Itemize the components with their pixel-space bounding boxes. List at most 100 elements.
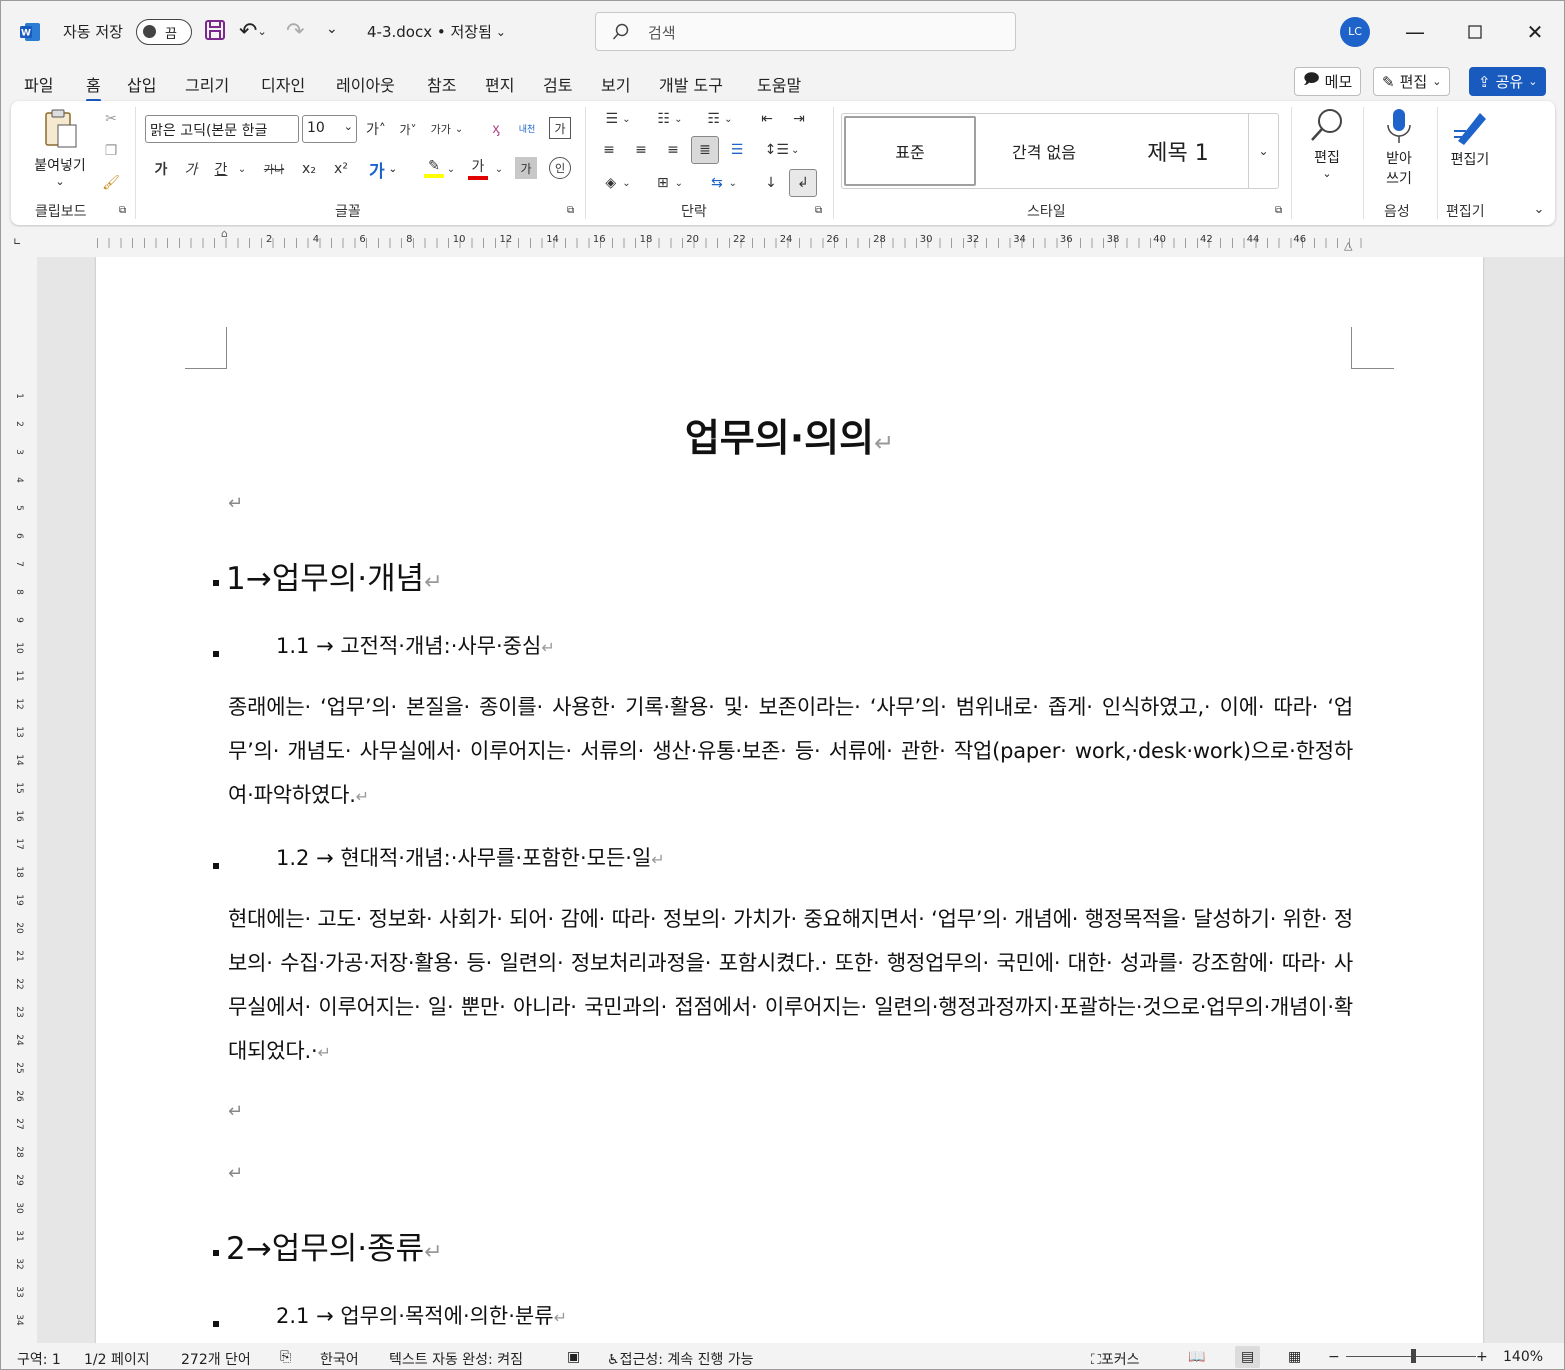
character-border-button[interactable]: 가 [549, 117, 571, 139]
maximize-button[interactable] [1462, 19, 1488, 45]
distributed-icon[interactable]: ☰ [725, 138, 749, 162]
document-area[interactable]: 업무의·의의↵ ↵ 1→업무의·개념↵ 1.1 → 고전적·개념:·사무·중심↵… [37, 257, 1564, 1343]
subscript-button[interactable]: x₂ [297, 157, 321, 181]
format-painter-icon[interactable]: 🖌 [99, 171, 123, 195]
heading-2-1[interactable]: 2.1 → 업무의·목적에·의한·분류↵ [276, 1300, 567, 1330]
dialog-launcher-icon[interactable]: ⧉ [1275, 205, 1282, 216]
dictate-button[interactable]: 받아 쓰기 [1369, 107, 1429, 189]
tab-developer[interactable]: 개발 도구 [659, 72, 723, 96]
section-indicator[interactable]: 구역: 1 [17, 1349, 61, 1369]
chevron-down-icon[interactable]: ⌄ [235, 157, 249, 181]
paragraph-1[interactable]: 종래에는· ‘업무’의· 본질을· 종이를· 사용한· 기록·활용· 및· 보존… [228, 685, 1353, 819]
tab-view[interactable]: 보기 [601, 72, 630, 96]
avatar[interactable]: LC [1340, 17, 1370, 47]
proofing-icon[interactable]: ⎘ [280, 1349, 291, 1365]
minimize-button[interactable]: — [1402, 19, 1428, 45]
editing-mode-button[interactable]: ✎ 편집 ⌄ [1373, 67, 1451, 96]
tab-mailings[interactable]: 편지 [485, 72, 514, 96]
chevron-down-icon[interactable]: ⌄ [445, 157, 457, 181]
customize-toolbar-icon[interactable]: ⌄ [326, 21, 338, 37]
macro-recording-icon[interactable]: ▣ [567, 1349, 580, 1365]
align-center-icon[interactable]: ≡ [629, 138, 653, 162]
heading-2[interactable]: 2→업무의·종류↵ [226, 1223, 443, 1268]
phonetic-guide-button[interactable]: 내천 [514, 115, 540, 141]
share-button[interactable]: ⇪ 공유 ⌄ [1469, 67, 1547, 96]
word-count[interactable]: 272개 단어 [181, 1349, 251, 1369]
bold-button[interactable]: 가 [149, 157, 173, 181]
text-direction-icon[interactable]: ⇆ ⌄ [703, 171, 745, 195]
tab-home[interactable]: 홈 [86, 72, 101, 102]
zoom-level[interactable]: 140% [1503, 1349, 1543, 1365]
borders-icon[interactable]: ⊞ ⌄ [649, 171, 691, 195]
autosave-toggle[interactable]: 끔 [136, 19, 192, 45]
search-box[interactable]: 검색 [595, 12, 1016, 51]
heading-1-1[interactable]: 1.1 → 고전적·개념:·사무·중심↵ [276, 630, 555, 660]
grow-font-button[interactable]: 가˄ [363, 117, 389, 141]
tab-design[interactable]: 디자인 [261, 72, 305, 96]
close-button[interactable]: ✕ [1522, 19, 1548, 45]
vertical-ruler[interactable]: 1 2 3 4 5 6 7 8 9 10 11 12 13 14 15 16 17 18 19 20 21 22 23 24 2… [1, 257, 37, 1343]
numbering-icon[interactable]: ☷ ⌄ [649, 107, 691, 131]
copy-icon[interactable]: ❐ [99, 139, 123, 163]
style-normal[interactable]: 표준 [844, 116, 976, 186]
indent-marker-icon[interactable]: ⌂ [221, 227, 228, 240]
change-case-button[interactable]: 가가 ⌄ [427, 119, 467, 139]
align-left-icon[interactable]: ≡ [597, 138, 621, 162]
font-size-select[interactable]: 10 ⌄ [302, 115, 357, 143]
find-button[interactable]: 편집 ⌄ [1301, 107, 1353, 180]
accessibility-indicator[interactable]: ♿접근성: 계속 진행 가능 [607, 1349, 754, 1369]
editor-button[interactable]: 편집기 [1441, 107, 1499, 169]
horizontal-ruler[interactable]: ∟ 2 4 6 8 10 12 14 16 18 20 22 24 26 28 30 32 34 36 38 40 42… [1, 227, 1564, 257]
read-mode-icon[interactable]: 📖 [1188, 1349, 1205, 1365]
strikethrough-button[interactable]: 가나 [259, 157, 289, 181]
dialog-launcher-icon[interactable]: ⧉ [567, 205, 574, 216]
tab-selector-icon[interactable]: ∟ [13, 237, 21, 248]
shading-icon[interactable]: ◈ ⌄ [597, 171, 639, 195]
italic-button[interactable]: 가 [179, 157, 203, 181]
zoom-slider-thumb[interactable] [1411, 1349, 1416, 1363]
dialog-launcher-icon[interactable]: ⧉ [815, 205, 822, 216]
chevron-down-icon[interactable]: ⌄ [493, 157, 505, 181]
memo-button[interactable]: 🗩 메모 [1294, 67, 1362, 96]
bullets-icon[interactable]: ☰ ⌄ [597, 107, 639, 131]
line-spacing-icon[interactable]: ↕☰ ⌄ [761, 138, 803, 162]
character-shading-button[interactable]: 가 [515, 157, 537, 179]
focus-button[interactable]: ⛶포커스 [1091, 1349, 1139, 1369]
tab-draw[interactable]: 그리기 [185, 72, 229, 96]
paste-button[interactable]: 붙여넣기 ⌄ [25, 107, 95, 188]
tab-layout[interactable]: 레이아웃 [336, 72, 395, 96]
undo-icon[interactable]: ↶ ⌄ [239, 19, 267, 44]
style-no-spacing[interactable]: 간격 없음 [978, 116, 1110, 186]
zoom-in-button[interactable]: + [1476, 1349, 1488, 1365]
language-indicator[interactable]: 한국어 [320, 1349, 359, 1369]
document-title[interactable]: 업무의·의의↵ [96, 407, 1483, 462]
styles-more-icon[interactable]: ⌄ [1248, 114, 1278, 188]
tab-references[interactable]: 참조 [427, 72, 456, 96]
underline-button[interactable]: 간 [209, 157, 233, 181]
zoom-out-button[interactable]: − [1328, 1349, 1340, 1365]
enclose-characters-button[interactable]: 인 [549, 157, 571, 179]
show-formatting-icon[interactable]: ↲ [789, 169, 817, 197]
clear-formatting-icon[interactable]: ᶍ [483, 115, 509, 141]
justify-icon[interactable]: ≣ [691, 136, 719, 164]
tab-file[interactable]: 파일 [24, 72, 53, 96]
sort-icon[interactable]: ↓ [759, 171, 783, 195]
font-name-select[interactable]: 맑은 고딕(본문 한글 [145, 115, 299, 143]
text-prediction-indicator[interactable]: 텍스트 자동 완성: 켜짐 [389, 1349, 523, 1369]
increase-indent-icon[interactable]: ⇥ [787, 107, 811, 131]
print-layout-icon[interactable]: ▤ [1235, 1346, 1261, 1368]
multilevel-list-icon[interactable]: ☶ ⌄ [699, 107, 741, 131]
page-indicator[interactable]: 1/2 페이지 [84, 1349, 150, 1369]
heading-1[interactable]: 1→업무의·개념↵ [226, 553, 443, 598]
save-icon[interactable] [204, 19, 226, 41]
heading-1-2[interactable]: 1.2 → 현대적·개념:·사무를·포함한·모든·일↵ [276, 842, 665, 872]
text-effects-icon[interactable]: 가 ⌄ [363, 155, 403, 183]
right-indent-marker-icon[interactable]: △ [1344, 239, 1352, 252]
cut-icon[interactable]: ✂ [99, 107, 123, 131]
tab-help[interactable]: 도움말 [757, 72, 801, 96]
document-page[interactable]: 업무의·의의↵ ↵ 1→업무의·개념↵ 1.1 → 고전적·개념:·사무·중심↵… [96, 257, 1483, 1343]
redo-icon[interactable]: ↷ [286, 19, 304, 44]
dialog-launcher-icon[interactable]: ⧉ [119, 205, 126, 216]
tab-insert[interactable]: 삽입 [127, 72, 156, 96]
web-layout-icon[interactable]: ▦ [1288, 1349, 1301, 1365]
